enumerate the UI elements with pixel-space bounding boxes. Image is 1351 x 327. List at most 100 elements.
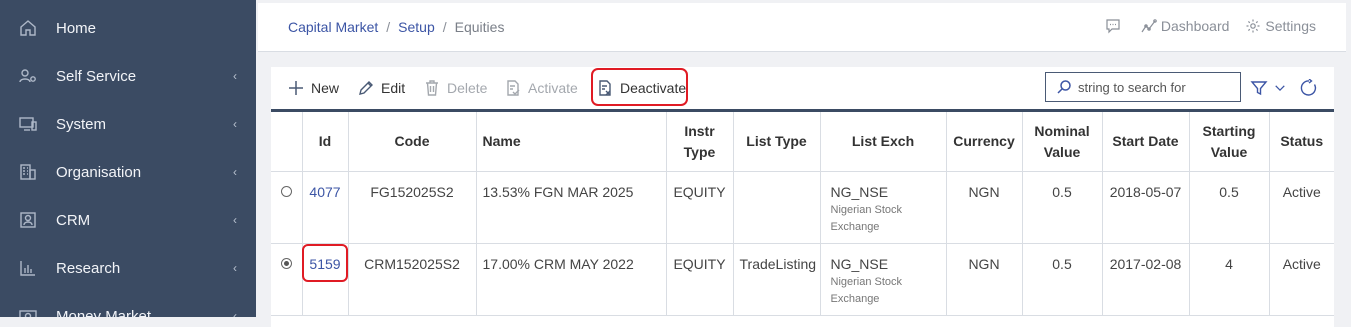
equities-grid: Id Code Name Instr Type List Type List E…: [271, 112, 1334, 316]
list-exch-name: Nigerian Stock: [830, 276, 903, 288]
refresh-icon: [1300, 79, 1317, 96]
instr-type-cell: EQUITY: [666, 243, 734, 316]
column-header-code[interactable]: Code: [348, 112, 477, 172]
sidebar-item-label: CRM: [56, 211, 91, 229]
id-link[interactable]: 4077: [309, 184, 340, 200]
row-radio[interactable]: [280, 186, 292, 197]
sidebar-item-home[interactable]: Home: [0, 4, 256, 52]
sidebar-item-self-service[interactable]: Self Service ‹: [0, 52, 256, 100]
search-box[interactable]: [1045, 72, 1241, 102]
currency-cell: NGN: [946, 171, 1023, 244]
sidebar-item-crm[interactable]: CRM ‹: [0, 196, 256, 244]
nominal-value-cell: 0.5: [1022, 243, 1103, 316]
dashboard-link[interactable]: Dashboard: [1141, 18, 1230, 34]
column-header-instr-type[interactable]: Instr Type: [666, 112, 734, 172]
header-line: Type: [683, 143, 716, 160]
gear-icon: [1246, 19, 1260, 33]
document-check-icon: [507, 80, 520, 96]
chevron-left-icon: ‹: [233, 213, 237, 227]
new-label: New: [311, 80, 340, 96]
home-icon: [17, 17, 39, 39]
sidebar-item-label: Home: [56, 19, 97, 37]
column-header-status[interactable]: Status: [1269, 112, 1334, 172]
toolbar: New Edit Delete Activate Deactivate: [271, 67, 1334, 112]
chevron-left-icon: ‹: [233, 309, 237, 317]
breadcrumb-separator: /: [386, 19, 391, 35]
trend-line-icon: [1141, 19, 1157, 33]
breadcrumb-separator: /: [442, 19, 447, 35]
code-cell: CRM152025S2: [348, 243, 477, 316]
sidebar: Home Self Service ‹ System ‹ Organisatio…: [0, 0, 256, 317]
breadcrumb-setup[interactable]: Setup: [398, 19, 435, 35]
name-cell: 13.53% FGN MAR 2025: [476, 171, 667, 244]
column-header-nominal-value[interactable]: Nominal Value: [1022, 112, 1103, 172]
list-exch-name: Exchange: [830, 221, 880, 233]
dashboard-label: Dashboard: [1160, 18, 1230, 34]
header-line: Starting: [1202, 122, 1256, 139]
column-header-currency[interactable]: Currency: [946, 112, 1023, 172]
column-header-list-type[interactable]: List Type: [733, 112, 821, 172]
status-cell: Active: [1269, 171, 1334, 244]
list-type-cell: [733, 171, 821, 244]
deactivate-button[interactable]: Deactivate: [596, 78, 686, 98]
money-icon: [17, 305, 39, 317]
column-header-list-exch[interactable]: List Exch: [820, 112, 947, 172]
status-cell: Active: [1269, 243, 1334, 316]
table-row[interactable]: 5159 CRM152025S2 17.00% CRM MAY 2022 EQU…: [271, 243, 1334, 316]
row-radio[interactable]: [280, 258, 292, 269]
bar-chart-icon: [17, 257, 39, 279]
activate-button[interactable]: Activate: [504, 78, 578, 98]
equities-card: New Edit Delete Activate Deactivate stri…: [271, 67, 1334, 327]
table-header-row: Id Code Name Instr Type List Type List E…: [271, 112, 1334, 172]
chat-icon: [1106, 19, 1120, 34]
delete-label: Delete: [447, 80, 488, 96]
filter-button[interactable]: [1249, 78, 1269, 98]
start-date-cell: 2017-02-08: [1102, 243, 1190, 316]
building-icon: [17, 161, 39, 183]
table-row[interactable]: 4077 FG152025S2 13.53% FGN MAR 2025 EQUI…: [271, 171, 1334, 244]
breadcrumb-capital-market[interactable]: Capital Market: [288, 19, 378, 35]
column-header-id[interactable]: Id: [302, 112, 349, 172]
delete-button[interactable]: Delete: [423, 78, 487, 98]
filter-dropdown-button[interactable]: [1270, 78, 1290, 98]
chevron-left-icon: ‹: [233, 69, 237, 83]
deactivate-label: Deactivate: [620, 80, 687, 96]
sidebar-item-research[interactable]: Research ‹: [0, 244, 256, 292]
list-type-cell: TradeListing: [733, 243, 821, 316]
header-line: Instr: [684, 122, 715, 139]
sidebar-item-label: System: [56, 115, 107, 133]
column-header-start-date[interactable]: Start Date: [1102, 112, 1190, 172]
settings-link[interactable]: Settings: [1245, 18, 1316, 34]
user-gear-icon: [17, 65, 39, 87]
chat-button[interactable]: [1105, 18, 1125, 34]
sidebar-item-label: Self Service: [56, 67, 137, 85]
list-exch-cell: NG_NSE Nigerian Stock Exchange: [820, 171, 947, 244]
sidebar-item-money-market[interactable]: Money Market ‹: [0, 292, 256, 317]
sidebar-item-system[interactable]: System ‹: [0, 100, 256, 148]
new-button[interactable]: New: [287, 78, 339, 98]
top-header: Capital Market / Setup / Equities Dashbo…: [258, 3, 1346, 52]
currency-cell: NGN: [946, 243, 1023, 316]
sidebar-item-label: Organisation: [56, 163, 142, 181]
id-link[interactable]: 5159: [309, 256, 340, 272]
chevron-left-icon: ‹: [233, 165, 237, 179]
refresh-button[interactable]: [1299, 78, 1319, 98]
edit-button[interactable]: Edit: [357, 78, 405, 98]
sidebar-item-organisation[interactable]: Organisation ‹: [0, 148, 256, 196]
chevron-left-icon: ‹: [233, 261, 237, 275]
row-select-cell: [271, 171, 303, 244]
starting-value-cell: 0.5: [1189, 171, 1270, 244]
nominal-value-cell: 0.5: [1022, 171, 1103, 244]
column-header-name[interactable]: Name: [476, 112, 667, 172]
search-icon: [1057, 80, 1071, 94]
list-exch-code: NG_NSE: [830, 256, 889, 272]
header-line: Nominal: [1034, 122, 1090, 139]
breadcrumb: Capital Market / Setup / Equities: [288, 19, 504, 35]
list-exch-cell: NG_NSE Nigerian Stock Exchange: [820, 243, 947, 316]
search-input[interactable]: [1078, 79, 1228, 95]
settings-label: Settings: [1265, 18, 1316, 34]
list-exch-code: NG_NSE: [830, 184, 889, 200]
sidebar-item-label: Research: [56, 259, 121, 277]
edit-label: Edit: [381, 80, 406, 96]
column-header-starting-value[interactable]: Starting Value: [1189, 112, 1270, 172]
